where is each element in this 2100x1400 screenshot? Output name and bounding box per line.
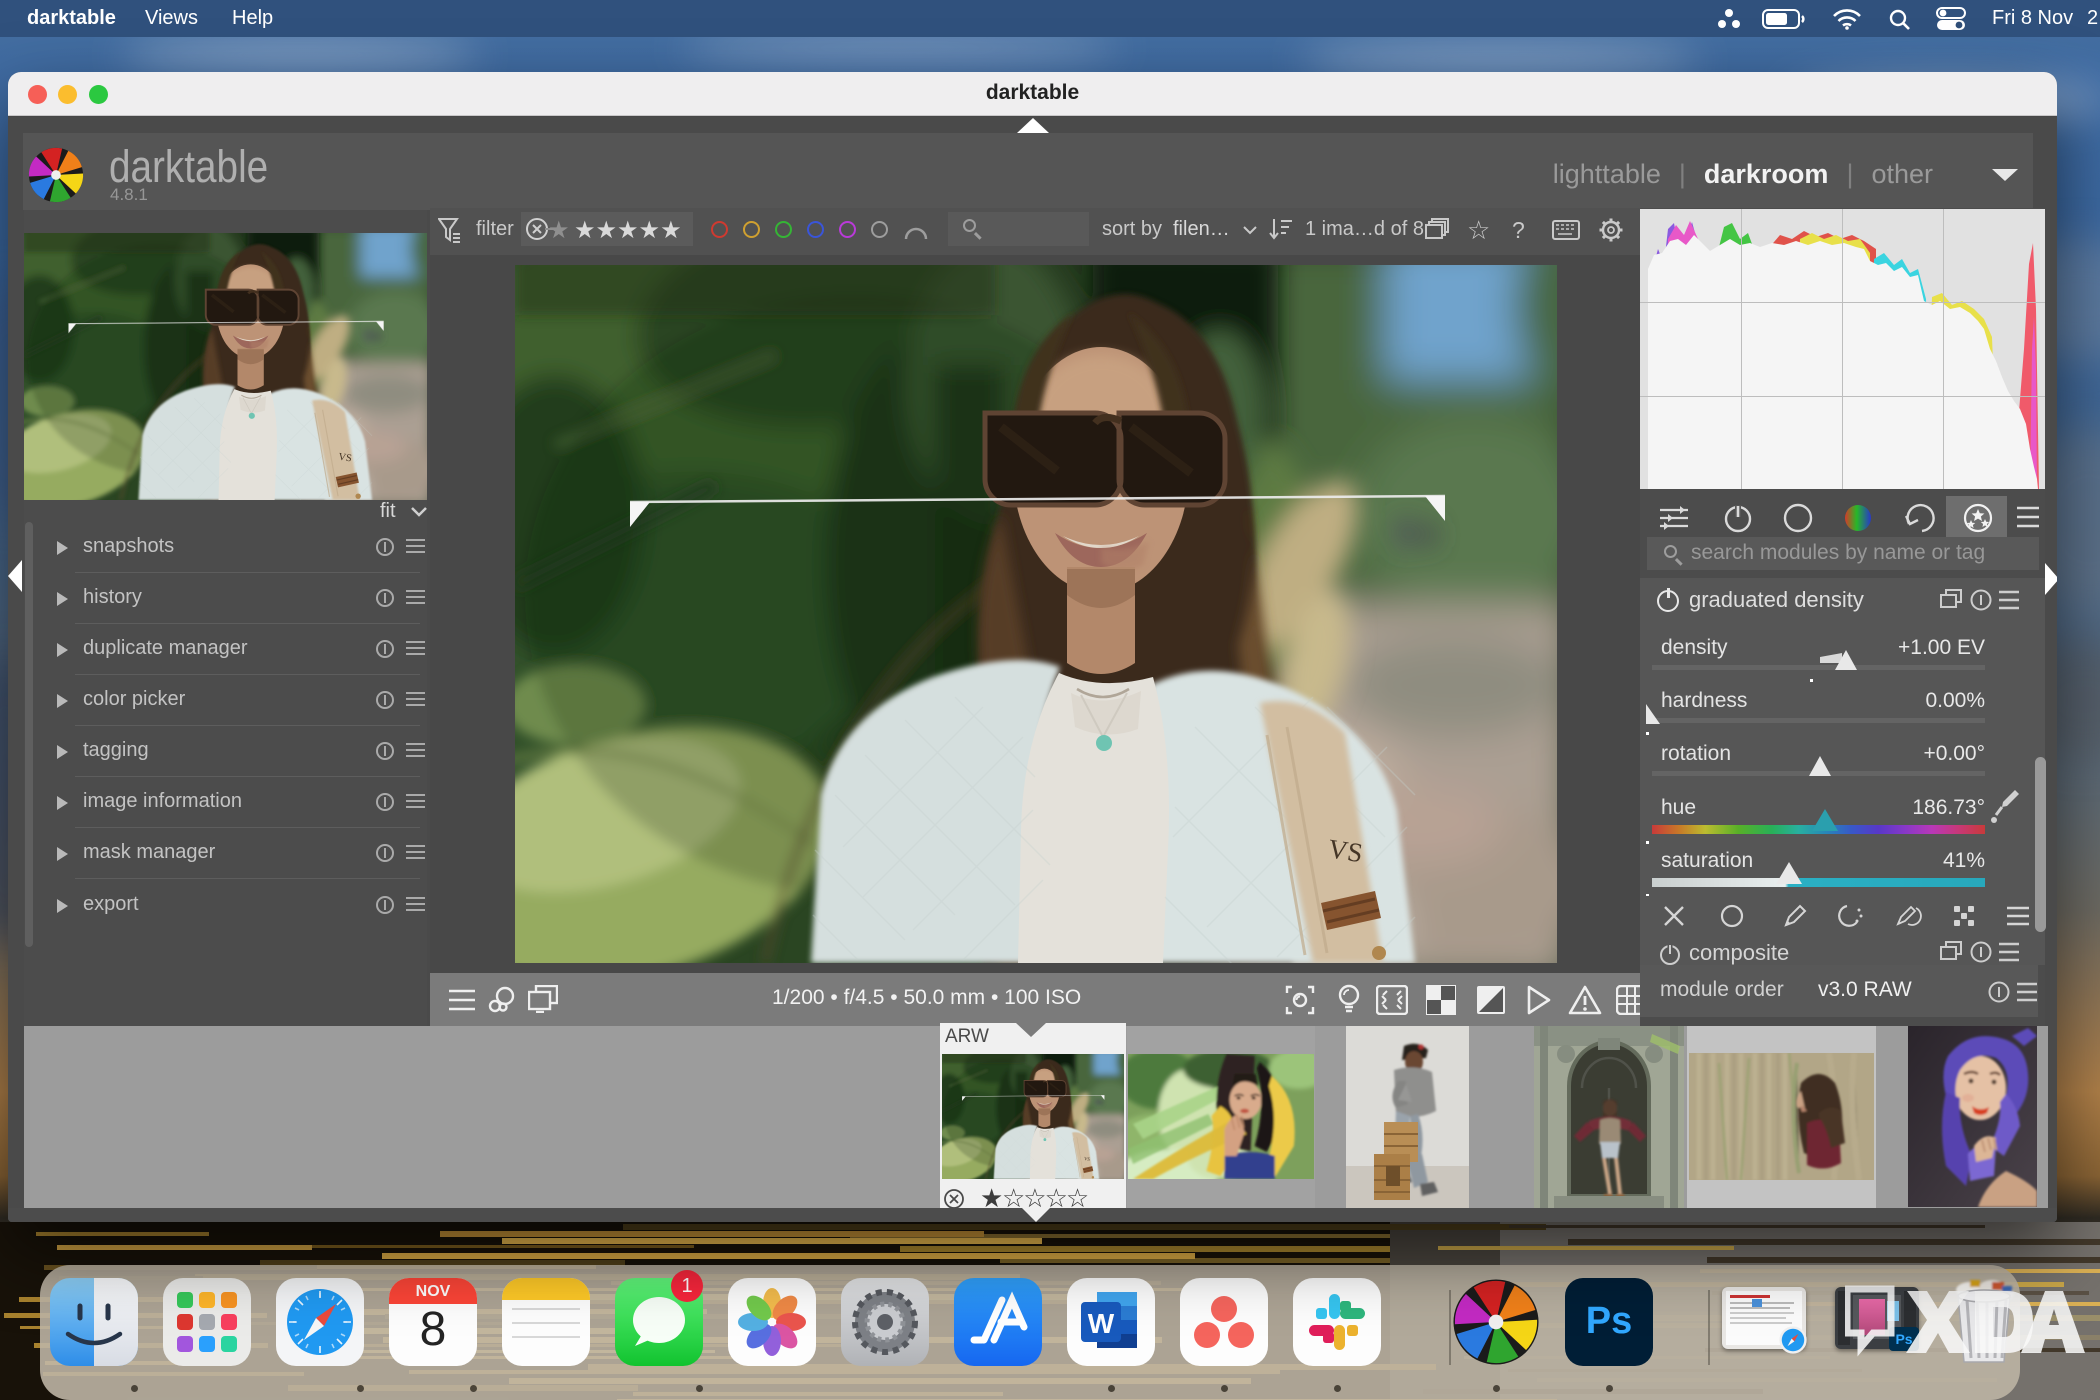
svg-text:W: W (1088, 1308, 1115, 1339)
